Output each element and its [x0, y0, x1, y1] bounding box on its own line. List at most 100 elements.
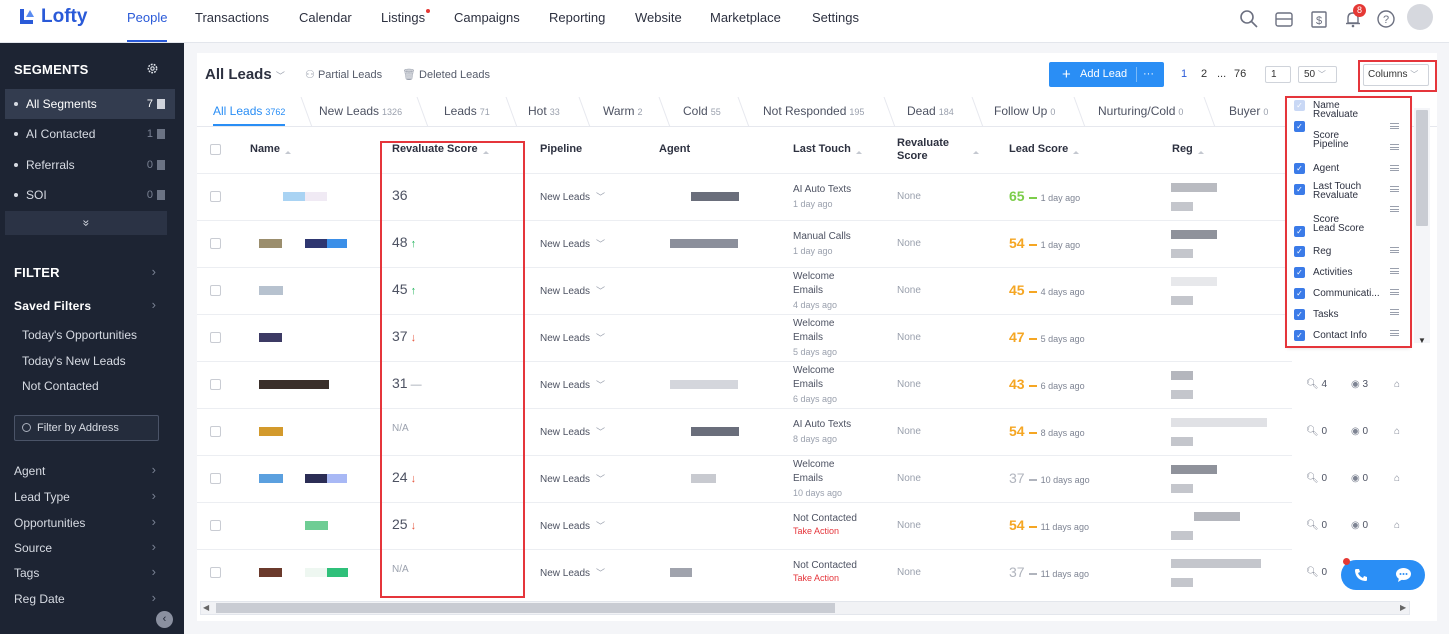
pipeline-select[interactable]: New Leads ﹀ [540, 237, 605, 250]
tab-hot[interactable]: Hot 33 [528, 104, 560, 118]
user-avatar[interactable] [1407, 4, 1433, 30]
redacted-name[interactable] [259, 474, 283, 483]
chevron-right-icon[interactable]: › [152, 514, 156, 529]
tab-follow-up[interactable]: Follow Up 0 [994, 104, 1055, 118]
chevron-right-icon[interactable]: › [152, 264, 156, 279]
row-checkbox[interactable] [210, 520, 221, 531]
redacted-name[interactable] [259, 427, 283, 436]
chevron-right-icon[interactable]: › [152, 564, 156, 579]
chevron-right-icon[interactable]: › [152, 462, 156, 477]
segment-ai-contacted[interactable]: AI Contacted 1 [5, 119, 175, 149]
add-lead-button[interactable]: + Add Lead ··· [1049, 62, 1164, 87]
activity-views[interactable]: ◉ 0 [1351, 520, 1368, 531]
redacted-name[interactable] [283, 192, 305, 201]
filter-opportunities[interactable]: Opportunities [14, 516, 85, 530]
filter-agent[interactable]: Agent [14, 464, 45, 478]
row-checkbox[interactable] [210, 332, 221, 343]
row-checkbox[interactable] [210, 379, 221, 390]
expand-segments-button[interactable]: » [5, 211, 167, 235]
nav-website[interactable]: Website [635, 10, 682, 42]
chevron-right-icon[interactable]: › [152, 297, 156, 312]
redacted-name[interactable] [305, 568, 327, 577]
address-filter-input[interactable]: Filter by Address [14, 415, 159, 441]
scroll-left-arrow-icon[interactable]: ◀ [203, 603, 209, 612]
redacted-name[interactable] [327, 568, 348, 577]
redacted-name[interactable] [259, 286, 283, 295]
redacted-name[interactable] [259, 568, 282, 577]
take-action-link[interactable]: Take Action [793, 573, 857, 583]
tab-warm[interactable]: Warm 2 [603, 104, 643, 118]
redacted-name[interactable] [305, 521, 328, 530]
pipeline-select[interactable]: New Leads ﹀ [540, 425, 605, 438]
scroll-down-arrow-icon[interactable]: ▼ [1418, 336, 1426, 345]
page-title[interactable]: All Leads ﹀ [205, 66, 285, 83]
home-icon[interactable]: ⌂ [1394, 426, 1400, 437]
chevron-right-icon[interactable]: › [152, 488, 156, 503]
saved-filter-item[interactable]: Today's Opportunities [22, 328, 137, 342]
horizontal-scroll-thumb[interactable] [216, 603, 835, 613]
header-name[interactable]: Name [250, 143, 291, 155]
row-checkbox[interactable] [210, 238, 221, 249]
tab-not-responded[interactable]: Not Responded 195 [763, 104, 864, 118]
row-checkbox[interactable] [210, 426, 221, 437]
scroll-right-arrow-icon[interactable]: ▶ [1400, 603, 1406, 612]
tab-cold[interactable]: Cold 55 [683, 104, 721, 118]
pipeline-select[interactable]: New Leads ﹀ [540, 378, 605, 391]
search-icon[interactable] [1239, 9, 1259, 29]
chevron-right-icon[interactable]: › [152, 539, 156, 554]
nav-reporting[interactable]: Reporting [549, 10, 605, 42]
saved-filter-item[interactable]: Today's New Leads [22, 354, 126, 368]
tab-all-leads[interactable]: All Leads 3762 [213, 104, 286, 126]
header-last-touch[interactable]: Last Touch [793, 143, 862, 155]
take-action-link[interactable]: Take Action [793, 526, 857, 536]
page-link[interactable]: 1 [1181, 68, 1187, 80]
page-input[interactable]: 1 [1265, 66, 1291, 83]
activity-comments[interactable]: 🔍︎ 0 [1306, 567, 1327, 578]
segment-soi[interactable]: SOI 0 [5, 180, 175, 210]
tab-nurturing-cold[interactable]: Nurturing/Cold 0 [1098, 104, 1183, 118]
redacted-agent[interactable] [670, 568, 692, 577]
table-row[interactable] [197, 502, 1292, 549]
collapse-sidebar-button[interactable]: ‹ [156, 611, 173, 628]
filter-lead-type[interactable]: Lead Type [14, 490, 70, 504]
filter-source[interactable]: Source [14, 541, 52, 555]
redacted-name[interactable] [259, 380, 329, 389]
tab-buyer[interactable]: Buyer 0 [1229, 104, 1268, 118]
pipeline-select[interactable]: New Leads ﹀ [540, 331, 605, 344]
redacted-name[interactable] [305, 239, 327, 248]
redacted-agent[interactable] [670, 380, 738, 389]
nav-marketplace[interactable]: Marketplace [710, 10, 781, 42]
gear-icon[interactable] [146, 62, 159, 75]
redacted-name[interactable] [305, 474, 327, 483]
inbox-icon[interactable] [1274, 9, 1294, 29]
select-all-checkbox[interactable] [210, 144, 221, 155]
vertical-scroll-thumb[interactable] [1416, 110, 1428, 226]
activity-comments[interactable]: 🔍︎ 4 [1306, 379, 1327, 390]
home-icon[interactable]: ⌂ [1394, 379, 1400, 390]
row-checkbox[interactable] [210, 191, 221, 202]
nav-people[interactable]: People [127, 10, 168, 42]
table-row[interactable] [197, 220, 1292, 267]
redacted-agent[interactable] [691, 474, 716, 483]
header-lead-score[interactable]: Lead Score [1009, 143, 1080, 155]
partial-leads-link[interactable]: ⚇ Partial Leads [305, 68, 382, 81]
activity-comments[interactable]: 🔍︎ 0 [1306, 520, 1327, 531]
redacted-name[interactable] [305, 192, 327, 201]
home-icon[interactable]: ⌂ [1394, 473, 1400, 484]
header-revaluate-score-2[interactable]: Revaluate Score [897, 137, 957, 163]
table-row[interactable] [197, 549, 1292, 596]
help-icon[interactable]: ? [1376, 9, 1396, 29]
sort-icon[interactable] [973, 145, 979, 154]
tab-dead[interactable]: Dead 184 [907, 104, 954, 118]
header-pipeline[interactable]: Pipeline [540, 143, 582, 155]
deleted-leads-link[interactable]: 🗑 Deleted Leads [402, 68, 490, 81]
saved-filters-title[interactable]: Saved Filters [14, 299, 91, 313]
redacted-name[interactable] [327, 474, 347, 483]
redacted-name[interactable] [327, 239, 347, 248]
row-checkbox[interactable] [210, 473, 221, 484]
table-row[interactable] [197, 361, 1292, 408]
page-link[interactable]: 2 [1201, 68, 1207, 80]
table-row[interactable] [197, 173, 1292, 220]
redacted-agent[interactable] [691, 192, 739, 201]
row-checkbox[interactable] [210, 567, 221, 578]
